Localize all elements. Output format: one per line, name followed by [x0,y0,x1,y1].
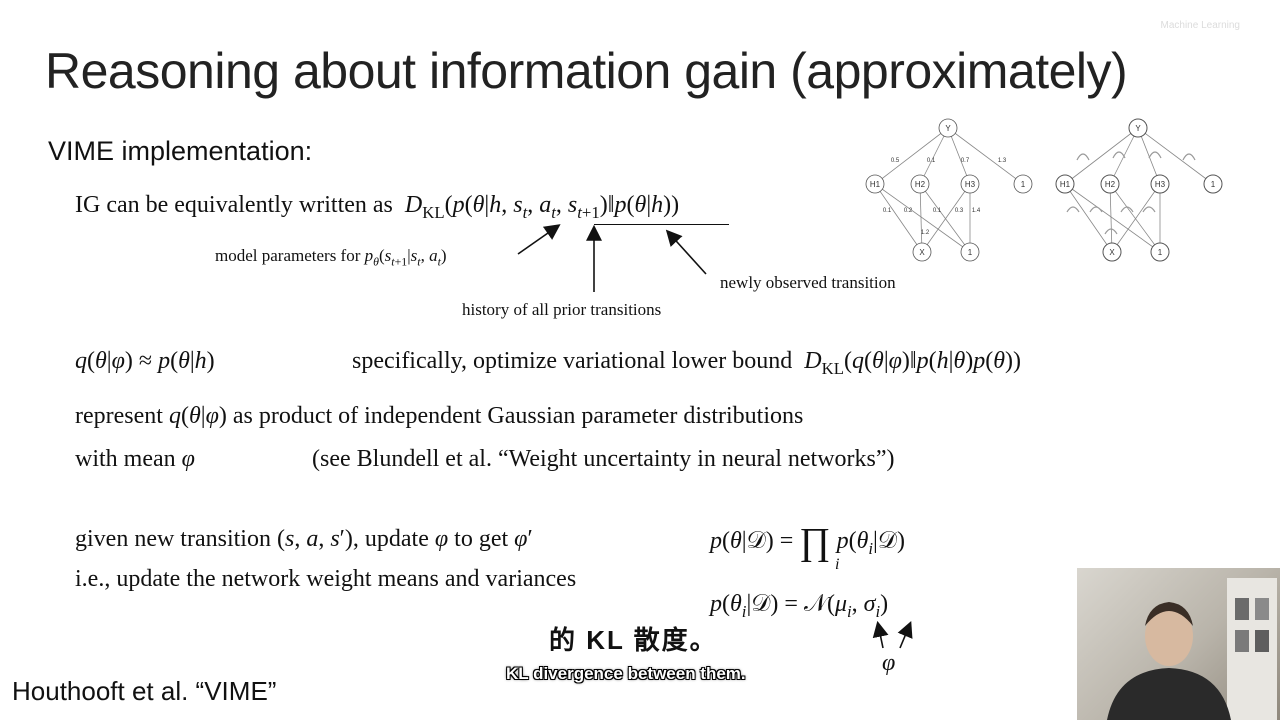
subtitle-english: KL divergence between them. [506,664,746,683]
left-node-label: Y [945,124,951,133]
distribution-bumps [1066,151,1196,235]
webcam-feed [1077,568,1280,720]
weight-label: 1.3 [998,158,1007,164]
arrow-new-transition [665,229,707,275]
product-index: i [835,556,840,573]
right-node-label: H2 [1105,180,1116,189]
arrow-phi-left [872,620,889,649]
left-node-label: H2 [915,180,926,189]
left-network [865,118,1033,262]
blundell-reference: (see Blundell et al. “Weight uncertainty… [312,446,895,472]
specifically-line: specifically, optimize variational lower… [352,348,1022,378]
weight-label: 1.4 [972,208,981,214]
right-node-label: 1 [1211,180,1216,189]
weight-label: 1.2 [921,230,930,236]
right-node-label: X [1109,248,1115,257]
presenter-video [1107,578,1277,720]
bnn-diagram: Y H1 H2 H3 1 X 1 0.5 0.1 0.7 1.3 0.1 0.2… [865,118,1223,262]
weight-label: 0.7 [961,158,970,164]
phi-label: φ [882,650,896,676]
right-network: Y H1 H2 H3 1 X 1 [1055,118,1223,262]
weight-label: 0.3 [955,208,964,214]
citation: Houthooft et al. “VIME” [12,676,277,706]
mean-line: with mean φ [75,446,195,472]
right-node-label: 1 [1158,248,1163,257]
left-node-label: X [919,248,925,257]
update-weights-line: i.e., update the network weight means an… [75,566,577,592]
weight-label: 0.2 [904,208,913,214]
product-formula: p(θ|𝒟) = ∏ p(θi|𝒟) [710,521,905,563]
arrow-phi-right [897,621,913,649]
left-node-label: 1 [1021,180,1026,189]
lower-bound-formula: DKL(q(θ|φ)‖p(h|θ)p(θ)) [804,348,1022,378]
left-node-label: H3 [965,180,976,189]
left-node-label: H1 [870,180,881,189]
q-approx-formula: q(θ|φ) ≈ p(θ|h) [75,348,215,374]
given-transition-line: given new transition (s, a, s′), update … [75,526,533,552]
weight-label: 0.1 [883,208,892,214]
left-node-label: 1 [968,248,973,257]
represent-line: represent q(θ|φ) as product of independe… [75,403,804,429]
right-node-label: H3 [1155,180,1166,189]
weight-label: 0.5 [891,158,900,164]
subtitle-chinese: 的 KL 散度。 [549,625,718,655]
weight-label: 0.1 [927,158,936,164]
right-node-label: H1 [1060,180,1071,189]
right-node-label: Y [1135,124,1141,133]
gaussian-formula: p(θi|𝒟) = 𝒩(μi, σi) [710,591,889,621]
weight-label: 0.1 [933,208,942,214]
arrow-model-params [517,224,561,255]
